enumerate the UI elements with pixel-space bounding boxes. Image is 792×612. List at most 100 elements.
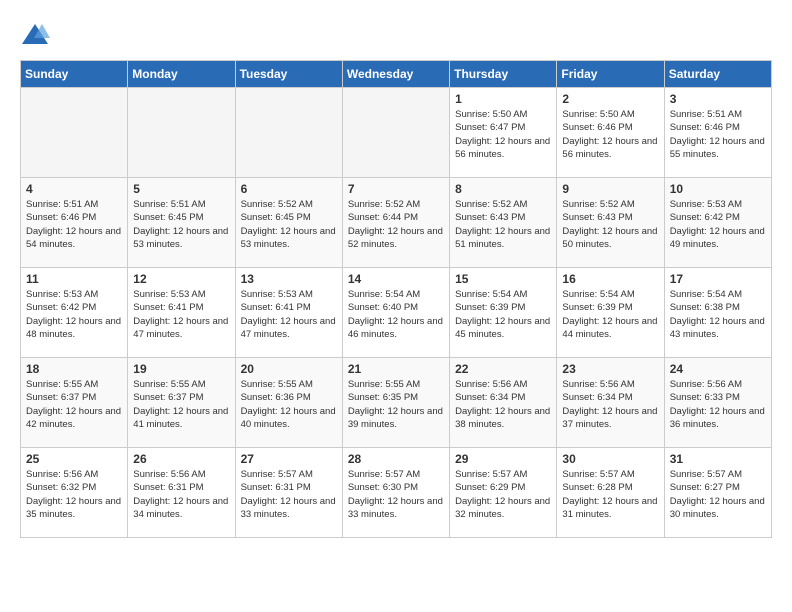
calendar-cell: 13 Sunrise: 5:53 AMSunset: 6:41 PMDaylig… xyxy=(235,268,342,358)
week-row-5: 25 Sunrise: 5:56 AMSunset: 6:32 PMDaylig… xyxy=(21,448,772,538)
header-saturday: Saturday xyxy=(664,61,771,88)
logo xyxy=(20,20,54,50)
calendar-cell: 30 Sunrise: 5:57 AMSunset: 6:28 PMDaylig… xyxy=(557,448,664,538)
calendar-cell: 4 Sunrise: 5:51 AMSunset: 6:46 PMDayligh… xyxy=(21,178,128,268)
calendar-cell: 14 Sunrise: 5:54 AMSunset: 6:40 PMDaylig… xyxy=(342,268,449,358)
header-thursday: Thursday xyxy=(450,61,557,88)
day-info: Sunrise: 5:57 AMSunset: 6:29 PMDaylight:… xyxy=(455,468,551,521)
calendar-cell: 2 Sunrise: 5:50 AMSunset: 6:46 PMDayligh… xyxy=(557,88,664,178)
day-number: 14 xyxy=(348,272,444,286)
header-row: SundayMondayTuesdayWednesdayThursdayFrid… xyxy=(21,61,772,88)
calendar-cell xyxy=(128,88,235,178)
day-number: 18 xyxy=(26,362,122,376)
day-info: Sunrise: 5:55 AMSunset: 6:35 PMDaylight:… xyxy=(348,378,444,431)
day-number: 20 xyxy=(241,362,337,376)
calendar-cell: 25 Sunrise: 5:56 AMSunset: 6:32 PMDaylig… xyxy=(21,448,128,538)
day-number: 8 xyxy=(455,182,551,196)
calendar-cell xyxy=(342,88,449,178)
day-info: Sunrise: 5:53 AMSunset: 6:41 PMDaylight:… xyxy=(133,288,229,341)
day-info: Sunrise: 5:54 AMSunset: 6:40 PMDaylight:… xyxy=(348,288,444,341)
calendar-cell: 8 Sunrise: 5:52 AMSunset: 6:43 PMDayligh… xyxy=(450,178,557,268)
calendar-cell: 3 Sunrise: 5:51 AMSunset: 6:46 PMDayligh… xyxy=(664,88,771,178)
day-info: Sunrise: 5:55 AMSunset: 6:36 PMDaylight:… xyxy=(241,378,337,431)
day-number: 21 xyxy=(348,362,444,376)
day-number: 5 xyxy=(133,182,229,196)
day-info: Sunrise: 5:52 AMSunset: 6:44 PMDaylight:… xyxy=(348,198,444,251)
calendar-cell: 12 Sunrise: 5:53 AMSunset: 6:41 PMDaylig… xyxy=(128,268,235,358)
day-number: 4 xyxy=(26,182,122,196)
day-info: Sunrise: 5:54 AMSunset: 6:38 PMDaylight:… xyxy=(670,288,766,341)
day-number: 31 xyxy=(670,452,766,466)
day-info: Sunrise: 5:54 AMSunset: 6:39 PMDaylight:… xyxy=(562,288,658,341)
day-number: 28 xyxy=(348,452,444,466)
week-row-1: 1 Sunrise: 5:50 AMSunset: 6:47 PMDayligh… xyxy=(21,88,772,178)
day-number: 12 xyxy=(133,272,229,286)
day-number: 17 xyxy=(670,272,766,286)
day-number: 22 xyxy=(455,362,551,376)
calendar-cell: 24 Sunrise: 5:56 AMSunset: 6:33 PMDaylig… xyxy=(664,358,771,448)
day-number: 23 xyxy=(562,362,658,376)
calendar-cell: 7 Sunrise: 5:52 AMSunset: 6:44 PMDayligh… xyxy=(342,178,449,268)
day-info: Sunrise: 5:57 AMSunset: 6:31 PMDaylight:… xyxy=(241,468,337,521)
day-info: Sunrise: 5:52 AMSunset: 6:43 PMDaylight:… xyxy=(562,198,658,251)
calendar-cell: 31 Sunrise: 5:57 AMSunset: 6:27 PMDaylig… xyxy=(664,448,771,538)
calendar-cell: 29 Sunrise: 5:57 AMSunset: 6:29 PMDaylig… xyxy=(450,448,557,538)
day-number: 3 xyxy=(670,92,766,106)
day-info: Sunrise: 5:51 AMSunset: 6:45 PMDaylight:… xyxy=(133,198,229,251)
day-info: Sunrise: 5:50 AMSunset: 6:47 PMDaylight:… xyxy=(455,108,551,161)
calendar-cell: 1 Sunrise: 5:50 AMSunset: 6:47 PMDayligh… xyxy=(450,88,557,178)
day-number: 30 xyxy=(562,452,658,466)
day-info: Sunrise: 5:52 AMSunset: 6:43 PMDaylight:… xyxy=(455,198,551,251)
header-friday: Friday xyxy=(557,61,664,88)
calendar-cell: 17 Sunrise: 5:54 AMSunset: 6:38 PMDaylig… xyxy=(664,268,771,358)
day-info: Sunrise: 5:54 AMSunset: 6:39 PMDaylight:… xyxy=(455,288,551,341)
week-row-4: 18 Sunrise: 5:55 AMSunset: 6:37 PMDaylig… xyxy=(21,358,772,448)
week-row-3: 11 Sunrise: 5:53 AMSunset: 6:42 PMDaylig… xyxy=(21,268,772,358)
day-number: 19 xyxy=(133,362,229,376)
calendar-cell: 21 Sunrise: 5:55 AMSunset: 6:35 PMDaylig… xyxy=(342,358,449,448)
day-number: 29 xyxy=(455,452,551,466)
header-tuesday: Tuesday xyxy=(235,61,342,88)
day-number: 9 xyxy=(562,182,658,196)
calendar-cell xyxy=(235,88,342,178)
day-info: Sunrise: 5:51 AMSunset: 6:46 PMDaylight:… xyxy=(26,198,122,251)
day-info: Sunrise: 5:55 AMSunset: 6:37 PMDaylight:… xyxy=(133,378,229,431)
calendar-cell: 5 Sunrise: 5:51 AMSunset: 6:45 PMDayligh… xyxy=(128,178,235,268)
day-info: Sunrise: 5:56 AMSunset: 6:34 PMDaylight:… xyxy=(562,378,658,431)
header-wednesday: Wednesday xyxy=(342,61,449,88)
calendar-cell: 6 Sunrise: 5:52 AMSunset: 6:45 PMDayligh… xyxy=(235,178,342,268)
day-info: Sunrise: 5:57 AMSunset: 6:27 PMDaylight:… xyxy=(670,468,766,521)
day-number: 6 xyxy=(241,182,337,196)
day-info: Sunrise: 5:55 AMSunset: 6:37 PMDaylight:… xyxy=(26,378,122,431)
calendar-cell: 23 Sunrise: 5:56 AMSunset: 6:34 PMDaylig… xyxy=(557,358,664,448)
day-info: Sunrise: 5:56 AMSunset: 6:31 PMDaylight:… xyxy=(133,468,229,521)
day-number: 10 xyxy=(670,182,766,196)
day-number: 26 xyxy=(133,452,229,466)
day-number: 7 xyxy=(348,182,444,196)
day-info: Sunrise: 5:52 AMSunset: 6:45 PMDaylight:… xyxy=(241,198,337,251)
day-info: Sunrise: 5:56 AMSunset: 6:34 PMDaylight:… xyxy=(455,378,551,431)
header-sunday: Sunday xyxy=(21,61,128,88)
day-info: Sunrise: 5:56 AMSunset: 6:32 PMDaylight:… xyxy=(26,468,122,521)
calendar-table: SundayMondayTuesdayWednesdayThursdayFrid… xyxy=(20,60,772,538)
day-number: 15 xyxy=(455,272,551,286)
day-number: 25 xyxy=(26,452,122,466)
day-number: 1 xyxy=(455,92,551,106)
day-info: Sunrise: 5:50 AMSunset: 6:46 PMDaylight:… xyxy=(562,108,658,161)
calendar-cell: 20 Sunrise: 5:55 AMSunset: 6:36 PMDaylig… xyxy=(235,358,342,448)
day-info: Sunrise: 5:53 AMSunset: 6:41 PMDaylight:… xyxy=(241,288,337,341)
calendar-cell: 27 Sunrise: 5:57 AMSunset: 6:31 PMDaylig… xyxy=(235,448,342,538)
calendar-cell: 15 Sunrise: 5:54 AMSunset: 6:39 PMDaylig… xyxy=(450,268,557,358)
day-number: 24 xyxy=(670,362,766,376)
calendar-cell: 11 Sunrise: 5:53 AMSunset: 6:42 PMDaylig… xyxy=(21,268,128,358)
day-number: 27 xyxy=(241,452,337,466)
day-info: Sunrise: 5:56 AMSunset: 6:33 PMDaylight:… xyxy=(670,378,766,431)
calendar-cell xyxy=(21,88,128,178)
week-row-2: 4 Sunrise: 5:51 AMSunset: 6:46 PMDayligh… xyxy=(21,178,772,268)
day-info: Sunrise: 5:53 AMSunset: 6:42 PMDaylight:… xyxy=(670,198,766,251)
calendar-cell: 22 Sunrise: 5:56 AMSunset: 6:34 PMDaylig… xyxy=(450,358,557,448)
logo-icon xyxy=(20,20,50,50)
calendar-cell: 26 Sunrise: 5:56 AMSunset: 6:31 PMDaylig… xyxy=(128,448,235,538)
calendar-cell: 9 Sunrise: 5:52 AMSunset: 6:43 PMDayligh… xyxy=(557,178,664,268)
day-info: Sunrise: 5:57 AMSunset: 6:28 PMDaylight:… xyxy=(562,468,658,521)
